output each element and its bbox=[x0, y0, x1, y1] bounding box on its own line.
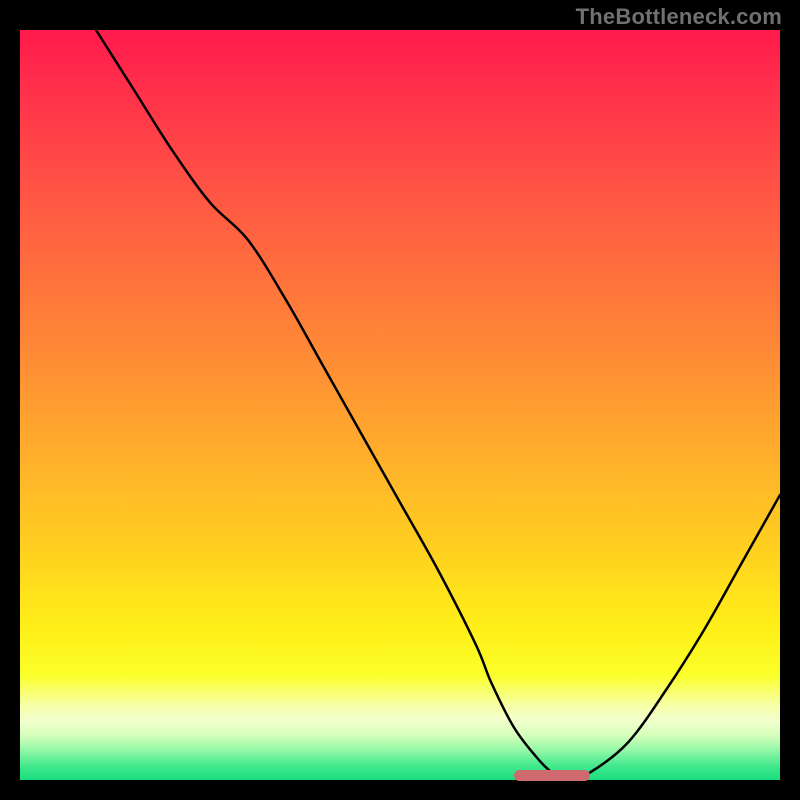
plot-area bbox=[20, 30, 780, 780]
optimal-range-marker bbox=[514, 770, 590, 781]
watermark-text: TheBottleneck.com bbox=[576, 4, 782, 30]
chart-frame: TheBottleneck.com bbox=[0, 0, 800, 800]
bottleneck-curve bbox=[20, 30, 780, 780]
